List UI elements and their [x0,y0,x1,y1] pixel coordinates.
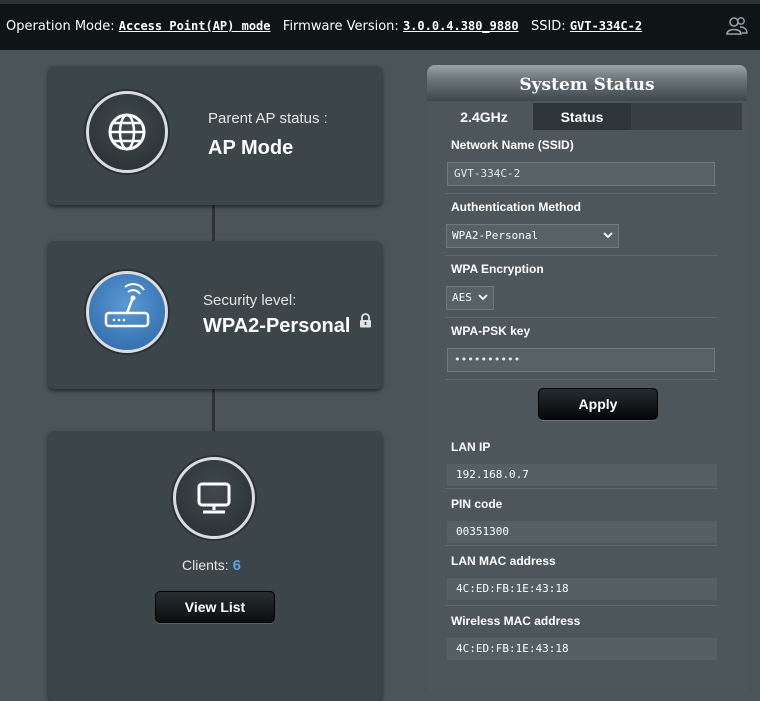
monitor-icon [173,457,255,539]
wpa-psk-input[interactable]: •••••••••• [447,348,715,372]
divider [445,379,717,380]
apply-button[interactable]: Apply [538,388,658,420]
divider [445,255,717,256]
clients-count[interactable]: 6 [233,557,241,574]
operation-mode-label: Operation Mode: [6,19,115,34]
lan-ip-value: 192.168.0.7 [447,464,717,486]
wireless-settings-section: Network Name (SSID) GVT-334C-2 Authentic… [435,130,739,425]
security-value: WPA2-Personal [203,315,351,337]
divider [445,317,717,318]
auth-method-select[interactable]: WPA2-Personal [446,224,619,248]
wireless-mac-value: 4C:ED:FB:1E:43:18 [447,638,717,660]
firmware-link[interactable]: 3.0.0.4.380_9880 [403,19,519,33]
lan-mac-value: 4C:ED:FB:1E:43:18 [447,578,717,600]
divider [445,488,717,489]
parent-ap-label: Parent AP status : [208,110,328,127]
divider [445,545,717,546]
tab-status[interactable]: Status [533,103,631,130]
clients-panel[interactable]: Clients: 6 View List [48,431,382,701]
wpa-encryption-label: WPA Encryption [451,262,544,276]
connector-line [212,205,215,241]
lan-ip-label: LAN IP [451,440,491,454]
ssid-link[interactable]: GVT-334C-2 [570,19,642,33]
auth-method-value: WPA2-Personal [452,229,539,242]
wpa-psk-label: WPA-PSK key [451,324,531,338]
security-panel[interactable]: Security level: WPA2-Personal [48,241,382,389]
wpa-encryption-value: AES [452,291,472,304]
parent-ap-value: AP Mode [208,137,294,159]
security-label: Security level: [203,292,297,309]
users-icon[interactable] [726,16,748,36]
connector-line [212,389,215,431]
system-status-panel: System Status 2.4GHz Status Network Name… [427,65,747,691]
chevron-down-icon [603,232,613,239]
firmware-label: Firmware Version: [282,19,399,34]
lan-info-section: LAN IP 192.168.0.7 PIN code 00351300 LAN… [435,430,739,665]
router-icon [86,271,168,353]
pin-code-label: PIN code [451,497,503,511]
auth-method-label: Authentication Method [451,200,581,214]
chevron-down-icon [478,294,488,301]
wpa-encryption-select[interactable]: AES [446,286,494,310]
view-list-button[interactable]: View List [155,591,275,623]
lan-mac-label: LAN MAC address [451,554,556,568]
pin-code-value: 00351300 [447,521,717,543]
parent-ap-panel[interactable]: Parent AP status : AP Mode [48,66,382,205]
system-status-title: System Status [427,65,747,101]
ssid-label: SSID: [530,19,566,34]
network-name-label: Network Name (SSID) [451,138,574,152]
lock-icon [360,313,371,328]
clients-summary: Clients: 6 [182,557,241,574]
clients-label: Clients: [182,557,229,573]
globe-icon [86,91,168,173]
tab-2-4ghz[interactable]: 2.4GHz [435,103,533,130]
top-status-line: Operation Mode: Access Point(AP) mode Fi… [6,19,642,34]
operation-mode-link[interactable]: Access Point(AP) mode [119,19,271,33]
divider [445,193,717,194]
top-status-bar: Operation Mode: Access Point(AP) mode Fi… [0,0,760,50]
network-name-input[interactable]: GVT-334C-2 [447,162,715,186]
top-tab-strip [0,0,760,4]
wireless-mac-label: Wireless MAC address [451,614,581,628]
divider [445,605,717,606]
